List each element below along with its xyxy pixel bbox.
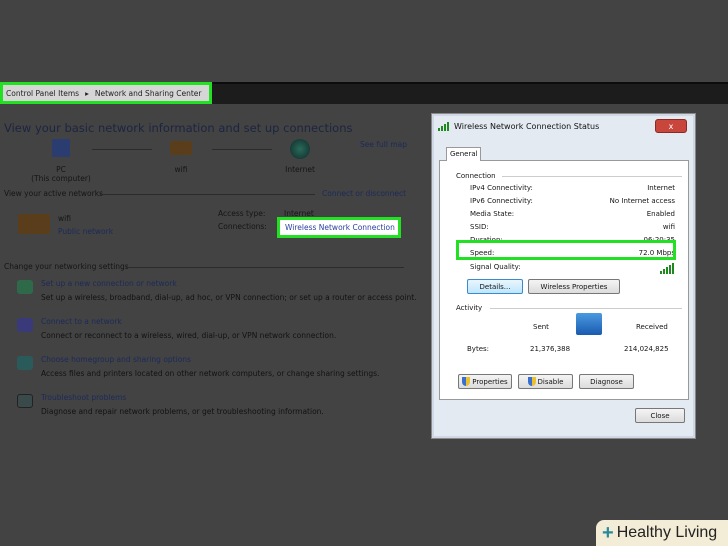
map-line [212,149,272,150]
divider [502,176,682,177]
setup-connection-link[interactable]: Set up a new connection or network [41,279,177,288]
shield-icon [462,377,471,386]
node-sublabel: (This computer) [31,174,91,183]
row-label: Signal Quality: [470,263,521,271]
computer-icon [52,139,70,157]
bench-icon [18,214,50,234]
bench-icon [170,141,192,155]
tab-general[interactable]: General [446,147,481,161]
troubleshoot-icon [17,394,33,408]
map-node-internet[interactable]: Internet [279,165,321,174]
received-label: Received [636,323,668,331]
map-line [92,149,152,150]
signal-quality-bars [660,263,675,274]
activity-heading: Activity [456,304,483,312]
troubleshoot-desc: Diagnose and repair network problems, or… [41,407,324,416]
properties-button[interactable]: Properties [458,374,512,389]
row-value: No Internet access [609,197,675,205]
media-state-row: Media State: Enabled [470,210,675,218]
change-settings-heading: Change your networking settings [4,262,129,271]
ipv6-row: IPv6 Connectivity: No Internet access [470,197,675,205]
shield-icon [527,377,536,386]
connect-network-desc: Connect or reconnect to a wireless, wire… [41,331,337,340]
homegroup-link[interactable]: Choose homegroup and sharing options [41,355,191,364]
ipv4-row: IPv4 Connectivity: Internet [470,184,675,192]
bytes-received: 214,024,825 [624,345,669,353]
dialog-title: Wireless Network Connection Status [454,122,600,131]
connections-label: Connections: [218,222,267,231]
map-node-wifi[interactable]: wifi [160,165,202,174]
sent-label: Sent [533,323,549,331]
breadcrumb[interactable]: Control Panel Items ▸ Network and Sharin… [0,82,212,104]
divider [100,194,315,195]
network-type-link[interactable]: Public network [58,227,113,236]
breadcrumb-control-panel-items[interactable]: Control Panel Items [6,89,79,98]
row-label: SSID: [470,223,489,231]
connect-network-icon [17,318,33,332]
bytes-sent: 21,376,388 [530,345,571,353]
network-computers-icon [576,313,602,335]
connect-disconnect-link[interactable]: Connect or disconnect [322,189,406,198]
row-label: Media State: [470,210,515,218]
chevron-right-icon: ▸ [85,88,89,98]
node-label: PC [56,165,66,174]
watermark: + Healthy Living [596,520,728,546]
row-label: IPv4 Connectivity: [470,184,533,192]
general-panel: Connection IPv4 Connectivity: Internet IP… [439,160,689,400]
close-icon[interactable]: x [655,119,687,133]
bytes-label: Bytes: [467,345,490,353]
divider [126,267,404,268]
disable-button[interactable]: Disable [518,374,573,389]
row-value: Internet [647,184,675,192]
wireless-connection-link[interactable]: Wireless Network Connection [277,217,401,238]
signal-row: Signal Quality: [470,263,675,274]
globe-icon [290,139,310,159]
network-name: wifi [58,214,71,223]
close-button[interactable]: Close [635,408,685,423]
signal-icon [438,122,450,131]
row-value: wifi [662,223,675,231]
row-value: Enabled [646,210,675,218]
see-full-map-link[interactable]: See full map [360,140,407,149]
plus-icon: + [602,521,614,544]
watermark-text: Healthy Living [616,524,718,541]
wireless-properties-button[interactable]: Wireless Properties [528,279,620,294]
details-button[interactable]: Details... [467,279,523,294]
troubleshoot-link[interactable]: Troubleshoot problems [41,393,126,402]
setup-connection-desc: Set up a wireless, broadband, dial-up, a… [41,293,417,302]
button-label: Disable [537,377,564,386]
connection-heading: Connection [456,172,496,180]
ssid-row: SSID: wifi [470,223,675,231]
homegroup-desc: Access files and printers located on oth… [41,369,380,378]
button-label: Properties [472,377,508,386]
connect-network-link[interactable]: Connect to a network [41,317,122,326]
speed-highlight [456,240,676,260]
map-node-pc[interactable]: PC (This computer) [30,165,92,183]
diagnose-button[interactable]: Diagnose [579,374,634,389]
breadcrumb-network-sharing-center[interactable]: Network and Sharing Center [95,89,202,98]
status-dialog: Wireless Network Connection Status x Gen… [432,114,695,438]
row-label: IPv6 Connectivity: [470,197,533,205]
access-type-label: Access type: [218,209,266,218]
new-connection-icon [17,280,33,294]
homegroup-icon [17,356,33,370]
divider [490,308,682,309]
active-networks-heading: View your active networks [4,189,103,198]
page-title: View your basic network information and … [4,121,353,135]
